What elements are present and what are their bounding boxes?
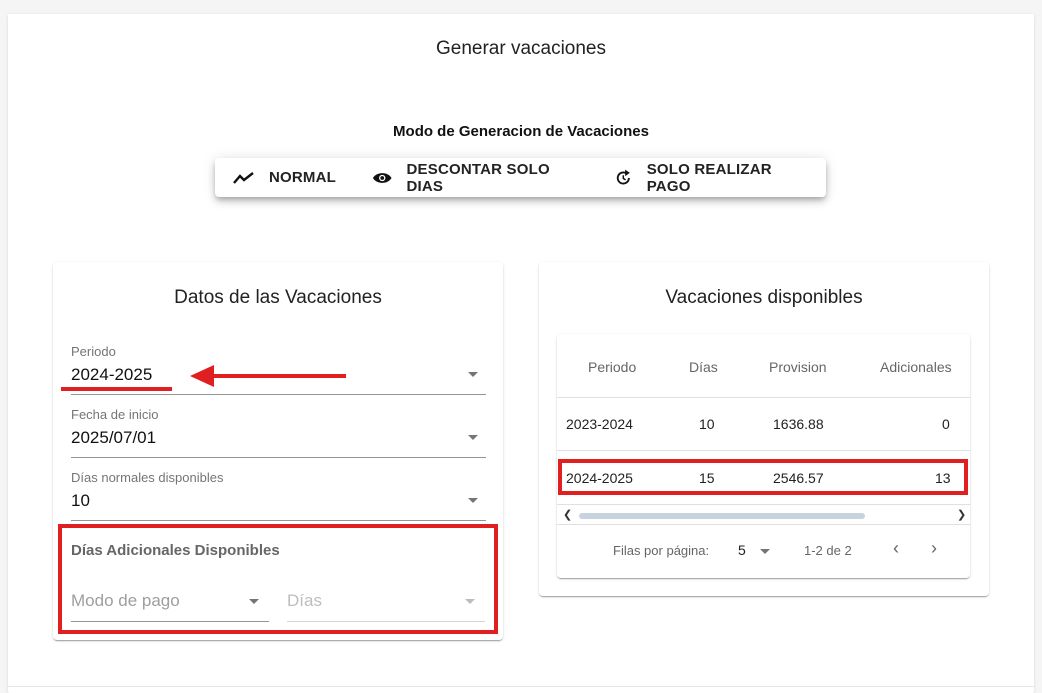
disponibles-title: Vacaciones disponibles: [665, 287, 863, 308]
divider: [557, 450, 970, 451]
chevron-down-icon: [468, 498, 478, 503]
scrollbar-thumb[interactable]: [579, 513, 865, 519]
mode-pago-label: SOLO REALIZAR PAGO: [646, 160, 772, 195]
highlight-box: [558, 459, 968, 495]
dias-normales-value: 10: [71, 491, 90, 510]
divider: [557, 397, 970, 398]
chevron-down-icon[interactable]: [760, 549, 770, 554]
divider: [71, 394, 486, 395]
table-cell: 10: [699, 416, 715, 432]
mode-pago-button[interactable]: SOLO REALIZAR PAGO: [596, 158, 826, 197]
table-cell: 0: [942, 416, 950, 432]
mode-normal-label: NORMAL: [269, 169, 337, 186]
scroll-right-icon[interactable]: ❯: [957, 508, 966, 521]
refresh-icon: [616, 169, 630, 184]
chevron-down-icon: [468, 372, 478, 377]
divider: [71, 520, 486, 521]
dias-normales-label: Días normales disponibles: [71, 470, 224, 485]
annotation-arrow-icon: [190, 365, 346, 387]
disponibles-card: Vacaciones disponibles Periodo Días Prov…: [539, 262, 989, 596]
mode-toggle-group: NORMAL DESCONTAR SOLO DIAS SOLO REALIZAR…: [215, 158, 826, 197]
periodo-label: Periodo: [71, 344, 116, 359]
datos-title: Datos de las Vacaciones: [174, 287, 382, 308]
divider: [557, 504, 970, 505]
divider: [557, 524, 970, 525]
table-cell: 1636.88: [773, 416, 824, 432]
divider: [71, 457, 486, 458]
column-header-adicionales[interactable]: Adicionales: [880, 359, 952, 375]
next-page-icon[interactable]: ›: [931, 538, 937, 559]
divider: [8, 686, 1034, 687]
chevron-down-icon: [468, 435, 478, 440]
scroll-left-icon[interactable]: ❮: [563, 508, 572, 521]
rows-per-page-select[interactable]: 5: [738, 542, 746, 558]
rows-per-page-label: Filas por página:: [613, 543, 710, 558]
mode-descontar-button[interactable]: DESCONTAR SOLO DIAS: [354, 158, 596, 197]
highlight-box: [58, 524, 498, 634]
pagination-range: 1-2 de 2: [804, 543, 852, 558]
mode-heading: Modo de Generacion de Vacaciones: [393, 123, 649, 140]
column-header-provision[interactable]: Provision: [769, 359, 827, 375]
fecha-inicio-value: 2025/07/01: [71, 428, 157, 447]
column-header-periodo[interactable]: Periodo: [588, 359, 636, 375]
eye-icon: [372, 172, 392, 183]
column-header-dias[interactable]: Días: [689, 359, 718, 375]
mode-descontar-label: DESCONTAR SOLO DIAS: [406, 160, 550, 195]
fecha-inicio-label: Fecha de inicio: [71, 407, 159, 422]
prev-page-icon[interactable]: ‹: [893, 538, 899, 559]
mode-normal-button[interactable]: NORMAL: [215, 158, 354, 197]
highlight-underline: [61, 387, 172, 391]
table-cell: 2023-2024: [566, 416, 633, 432]
page-title: Generar vacaciones: [435, 38, 607, 59]
vacaciones-table: Periodo Días Provision Adicionales 2023-…: [557, 334, 970, 578]
trending-icon: [233, 171, 254, 184]
periodo-value: 2024-2025: [71, 365, 153, 384]
